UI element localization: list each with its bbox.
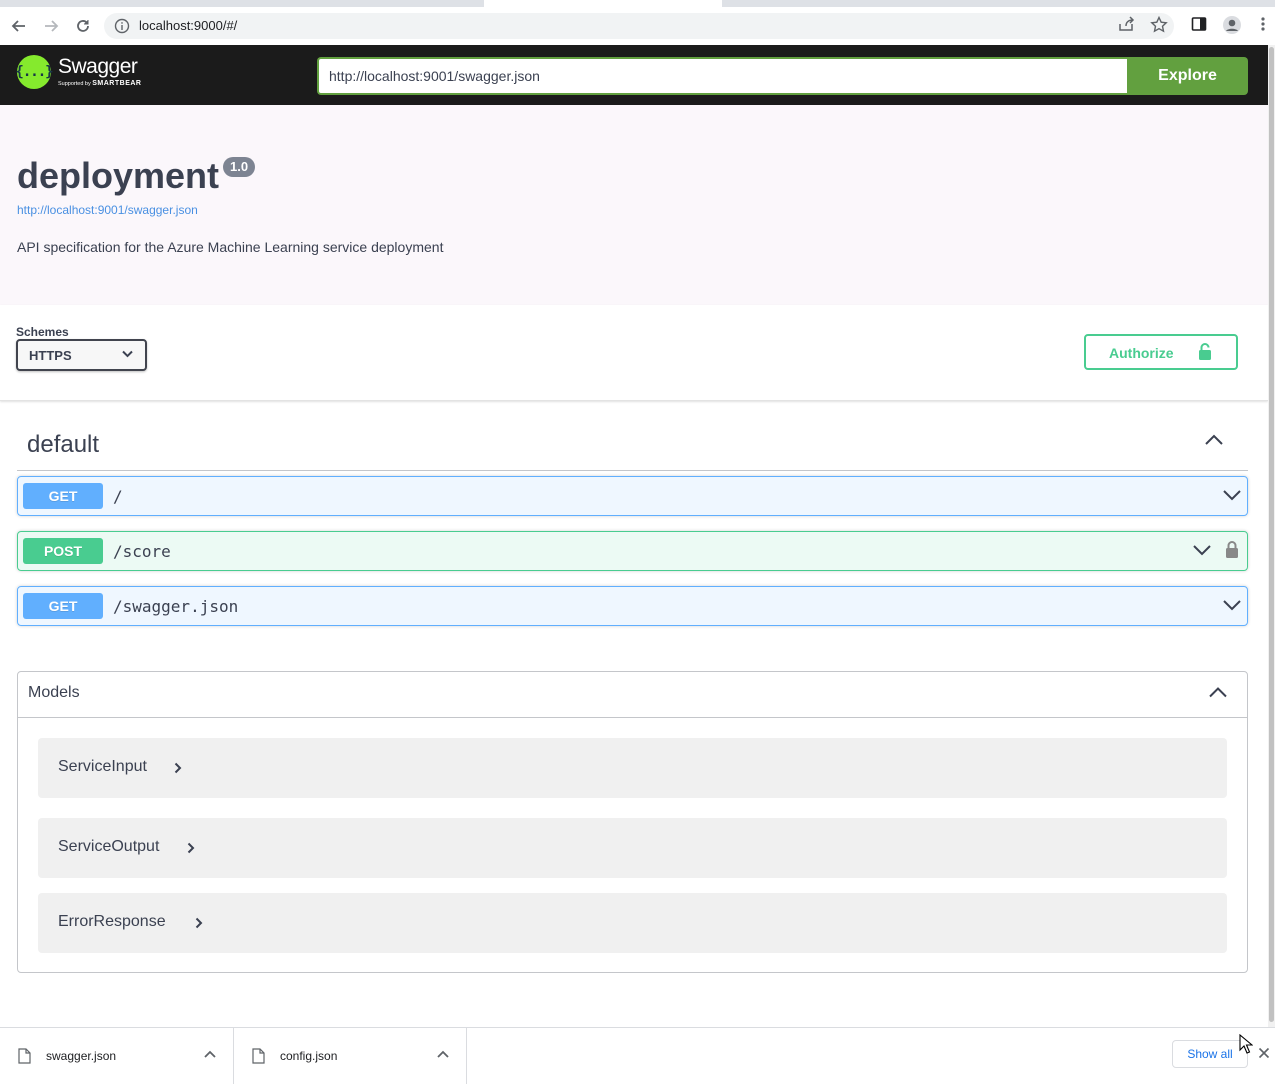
download-bar: swagger.json config.json Show all	[0, 1027, 1275, 1085]
model-name: ServiceInput	[58, 758, 147, 775]
chevron-down-icon	[122, 350, 133, 358]
forward-arrow-icon	[45, 20, 59, 32]
tag-name: default	[27, 431, 100, 458]
operation-path: /swagger.json	[113, 597, 239, 616]
schemes-select[interactable]: HTTPS	[16, 339, 147, 371]
model-name: ServiceOutput	[58, 838, 160, 855]
active-tab-edge[interactable]	[484, 0, 722, 7]
swagger-topbar: {...} Swagger Supported by SMARTBEAR Exp…	[0, 45, 1268, 105]
method-badge: GET	[23, 483, 103, 509]
chevron-up-icon[interactable]	[1204, 434, 1224, 446]
file-icon	[252, 1048, 265, 1064]
swagger-logo[interactable]: {...} Swagger Supported by SMARTBEAR	[15, 55, 141, 89]
chevron-right-icon[interactable]	[174, 762, 182, 774]
scheme-container: Schemes HTTPS Authorize	[0, 305, 1268, 401]
download-filename: swagger.json	[46, 1049, 117, 1063]
reload-button[interactable]	[71, 14, 95, 38]
method-badge: GET	[23, 593, 103, 619]
swagger-logo-mark: {...}	[15, 55, 54, 89]
address-url: localhost:9000/#/	[139, 18, 238, 33]
forward-button[interactable]	[39, 14, 63, 38]
chevron-down-icon[interactable]	[1193, 544, 1211, 556]
site-info-icon[interactable]	[114, 18, 130, 34]
chevron-down-icon[interactable]	[1223, 489, 1241, 501]
operation-post-score[interactable]: POST /score	[17, 531, 1248, 571]
download-filename: config.json	[280, 1049, 338, 1063]
share-icon[interactable]	[1118, 16, 1136, 32]
tagline-brand: SMARTBEAR	[92, 80, 142, 88]
back-button[interactable]	[7, 14, 31, 38]
lock-icon[interactable]	[1225, 541, 1239, 559]
model-name: ErrorResponse	[58, 913, 166, 930]
models-title: Models	[28, 684, 80, 701]
file-icon	[18, 1048, 31, 1064]
version-badge: 1.0	[223, 157, 256, 177]
models-header[interactable]: Models	[18, 672, 1247, 718]
reload-icon	[77, 20, 89, 32]
info-section: deployment 1.0 http://localhost:9001/swa…	[0, 105, 1268, 305]
explore-button[interactable]: Explore	[1127, 57, 1248, 95]
lock-open-icon	[1199, 343, 1211, 360]
browser-chrome: localhost:9000/#/	[0, 0, 1275, 45]
swagger-tagline: Supported by SMARTBEAR	[58, 80, 141, 88]
tab-strip	[0, 0, 1275, 7]
swagger-brand: Swagger	[58, 55, 138, 79]
chevron-right-icon[interactable]	[187, 842, 195, 854]
browser-menu-icon[interactable]	[1259, 16, 1267, 32]
chevron-right-icon[interactable]	[195, 917, 203, 929]
address-bar[interactable]: localhost:9000/#/	[104, 13, 1174, 39]
model-item[interactable]: ErrorResponse	[38, 893, 1227, 953]
chevron-up-icon[interactable]	[204, 1050, 216, 1058]
side-panel-icon[interactable]	[1191, 16, 1207, 32]
chevron-up-icon[interactable]	[437, 1050, 449, 1058]
vertical-scrollbar[interactable]	[1268, 45, 1275, 1027]
models-section: Models ServiceInput ServiceOutput ErrorR…	[17, 671, 1248, 973]
chevron-up-icon[interactable]	[1209, 687, 1227, 698]
page-viewport: {...} Swagger Supported by SMARTBEAR Exp…	[0, 45, 1268, 1027]
api-description: API specification for the Azure Machine …	[17, 239, 444, 255]
model-item[interactable]: ServiceInput	[38, 738, 1227, 798]
authorize-label: Authorize	[1109, 345, 1174, 361]
download-item[interactable]: config.json	[234, 1028, 467, 1084]
schemes-label: Schemes	[16, 325, 69, 339]
schemes-selected-value: HTTPS	[29, 348, 72, 363]
show-all-downloads-button[interactable]: Show all	[1172, 1040, 1248, 1068]
swagger-logo-text: Swagger Supported by SMARTBEAR	[58, 56, 141, 88]
operation-path: /	[113, 487, 123, 506]
close-icon[interactable]	[1258, 1047, 1270, 1059]
authorize-button[interactable]: Authorize	[1084, 334, 1238, 370]
mouse-cursor-icon	[1239, 1034, 1253, 1054]
api-title: deployment	[17, 155, 220, 196]
tag-section-header[interactable]: default	[17, 422, 1248, 471]
scrollbar-thumb[interactable]	[1269, 47, 1274, 1022]
bookmark-star-icon[interactable]	[1150, 16, 1168, 33]
profile-avatar-icon[interactable]	[1222, 15, 1242, 35]
operation-get-root[interactable]: GET /	[17, 476, 1248, 516]
model-item[interactable]: ServiceOutput	[38, 818, 1227, 878]
tagline-prefix: Supported by	[58, 81, 91, 88]
operation-path: /score	[113, 542, 171, 561]
back-arrow-icon	[11, 20, 25, 32]
operation-get-swagger-json[interactable]: GET /swagger.json	[17, 586, 1248, 626]
spec-url-input[interactable]	[317, 57, 1128, 95]
chevron-down-icon[interactable]	[1223, 599, 1241, 611]
spec-url-link[interactable]: http://localhost:9001/swagger.json	[17, 203, 198, 217]
method-badge: POST	[23, 538, 103, 564]
download-item[interactable]: swagger.json	[0, 1028, 234, 1084]
